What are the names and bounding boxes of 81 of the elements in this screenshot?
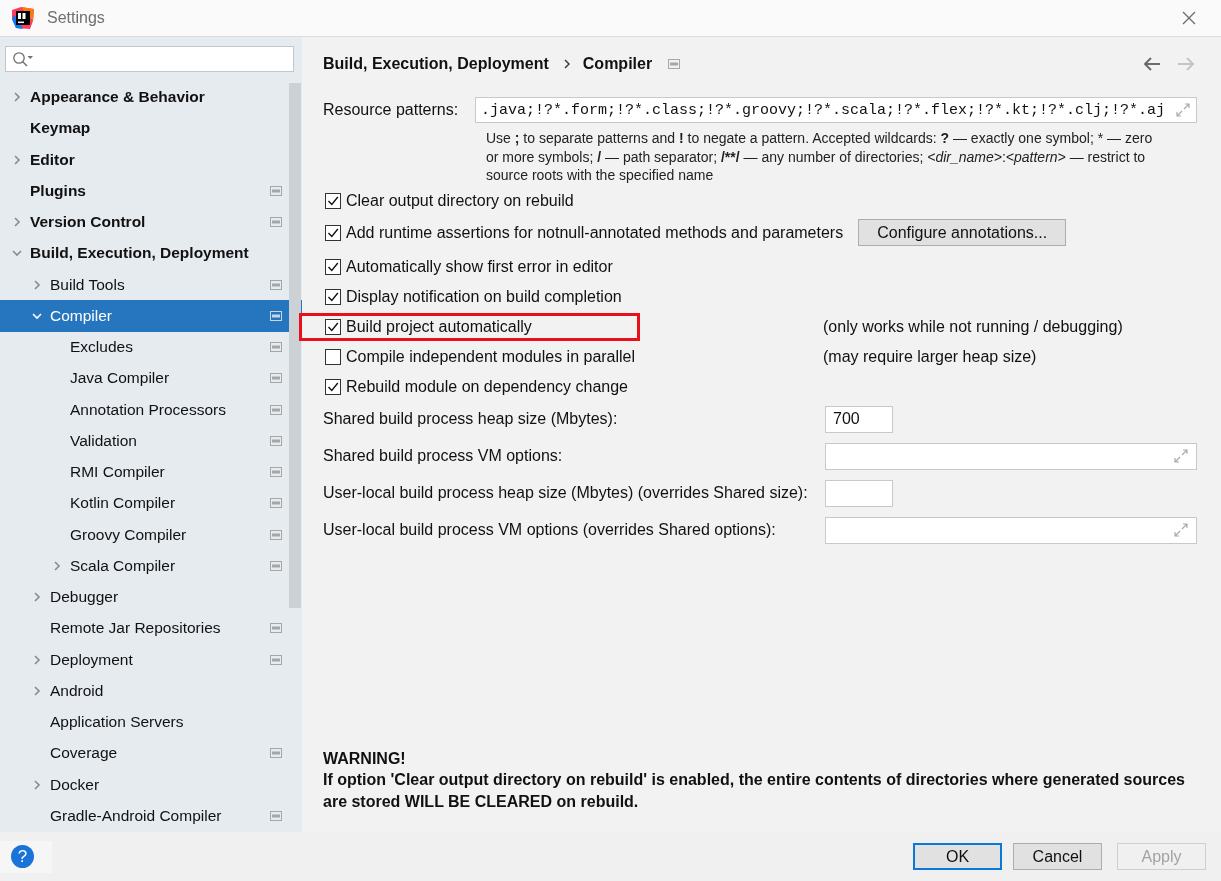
field-label: User-local build process heap size (Mbytes) (overrides Shared size): — [323, 484, 809, 502]
checkbox[interactable] — [325, 192, 341, 209]
resource-patterns-field[interactable]: .java;!?*.form;!?*.class;!?*.groovy;!?*.scala;!?*.flex;!?*.kt;!?*.clj;!?*.aj — [475, 97, 1197, 123]
tree-item[interactable]: RMI Compiler — [0, 456, 302, 488]
tree-item[interactable]: Plugins — [0, 175, 302, 207]
dialog-button[interactable]: Cancel — [1013, 843, 1102, 870]
chevron-right-icon — [563, 59, 570, 69]
scrollbar-thumb[interactable] — [289, 83, 301, 608]
checkbox[interactable] — [325, 224, 341, 241]
text-field[interactable] — [825, 516, 1197, 544]
close-icon[interactable] — [1182, 11, 1196, 25]
search-field[interactable] — [5, 46, 294, 72]
tree-item[interactable]: Editor — [0, 144, 302, 176]
field-label: User-local build process VM options (overrides Shared options): — [323, 521, 777, 539]
option-note: (may require larger heap size) — [823, 347, 1037, 366]
tree-item[interactable]: Scala Compiler — [0, 550, 302, 582]
chevron-down-icon[interactable] — [32, 310, 42, 321]
checkbox-label: Clear output directory on rebuild — [346, 191, 574, 210]
number-field[interactable]: 700 — [825, 405, 893, 433]
checkbox[interactable] — [325, 258, 341, 275]
dialog-button[interactable]: OK — [913, 843, 1002, 870]
checkbox-label: Compile independent modules in parallel — [346, 347, 636, 366]
checkbox-label: Add runtime assertions for notnull-annotated methods and parameters — [346, 223, 844, 242]
chevron-right-icon[interactable] — [12, 92, 22, 103]
tree-item[interactable]: Java Compiler — [0, 362, 302, 394]
tree-item[interactable]: Application Servers — [0, 706, 302, 738]
tree-item[interactable]: Docker — [0, 769, 302, 801]
arrow-left-icon[interactable] — [1143, 57, 1161, 71]
chevron-right-icon[interactable] — [32, 279, 42, 290]
breadcrumb-item: Build, Execution, Deployment — [323, 55, 549, 73]
chevron-right-icon[interactable] — [52, 560, 62, 571]
help-button[interactable]: ? — [11, 845, 34, 868]
field-label: Resource patterns: — [323, 101, 460, 119]
warning-title: WARNING! — [323, 748, 407, 769]
tree-item[interactable]: Keymap — [0, 112, 302, 144]
tree-item[interactable]: Debugger — [0, 581, 302, 613]
field-label: Shared build process heap size (Mbytes): — [323, 410, 619, 428]
window-title: Settings — [47, 9, 105, 27]
warning-text: If option 'Clear output directory on rebuild' is enabled, the entire contents of directories where generated sources are stored WILL BE CLEARED on rebuild. — [323, 770, 1186, 812]
checkbox[interactable] — [325, 378, 341, 395]
chevron-right-icon[interactable] — [32, 654, 42, 665]
tree-item[interactable]: Groovy Compiler — [0, 519, 302, 551]
expand-icon[interactable] — [1176, 103, 1190, 117]
tree-item[interactable]: Version Control — [0, 206, 302, 238]
checkbox-label: Build project automatically — [346, 317, 532, 336]
tree-item[interactable]: Excludes — [0, 331, 302, 363]
tree-item[interactable]: Build Tools — [0, 269, 302, 301]
text-field[interactable] — [825, 442, 1197, 470]
tree-item[interactable]: Validation — [0, 425, 302, 457]
chevron-right-icon[interactable] — [32, 779, 42, 790]
app-logo-icon — [12, 7, 34, 29]
breadcrumb-item: Compiler — [582, 55, 653, 73]
checkbox-label: Display notification on build completion — [346, 287, 622, 306]
checkbox[interactable] — [325, 348, 341, 365]
tree-item[interactable]: Appearance & Behavior — [0, 81, 302, 113]
option-note: (only works while not running / debugging) — [823, 317, 1123, 336]
number-field[interactable] — [825, 479, 893, 507]
chevron-right-icon[interactable] — [12, 154, 22, 165]
tree-item[interactable]: Annotation Processors — [0, 394, 302, 426]
search-icon — [12, 51, 34, 67]
help-text: Use ; to separate patterns and ! to negate a pattern. Accepted wildcards: ? — exactly one symbol; * — zero or more symbols; / — path separator; /**/ — any number of directories; <dir_name>:<pattern> — restrict to source roots with the specified name — [486, 129, 1154, 185]
tree-item[interactable]: Compiler — [0, 300, 302, 332]
tree-item[interactable]: Gradle-Android Compiler — [0, 800, 302, 832]
checkbox[interactable] — [325, 288, 341, 305]
tree-item[interactable]: Deployment — [0, 644, 302, 676]
expand-icon[interactable] — [1174, 449, 1188, 463]
tree-item[interactable]: Kotlin Compiler — [0, 487, 302, 519]
chevron-right-icon[interactable] — [12, 217, 22, 228]
chevron-right-icon[interactable] — [32, 592, 42, 603]
tree-item[interactable]: Build, Execution, Deployment — [0, 237, 302, 269]
tree-item[interactable]: Coverage — [0, 737, 302, 769]
tree-item[interactable]: Remote Jar Repositories — [0, 612, 302, 644]
expand-icon[interactable] — [1174, 523, 1188, 537]
checkbox-label: Automatically show first error in editor — [346, 257, 613, 276]
configure-button[interactable]: Configure annotations... — [858, 219, 1067, 246]
field-label: Shared build process VM options: — [323, 447, 564, 465]
chevron-down-icon[interactable] — [12, 248, 22, 259]
checkbox-label: Rebuild module on dependency change — [346, 377, 628, 396]
chevron-right-icon[interactable] — [32, 685, 42, 696]
tree-item[interactable]: Android — [0, 675, 302, 707]
checkbox[interactable] — [325, 318, 341, 335]
